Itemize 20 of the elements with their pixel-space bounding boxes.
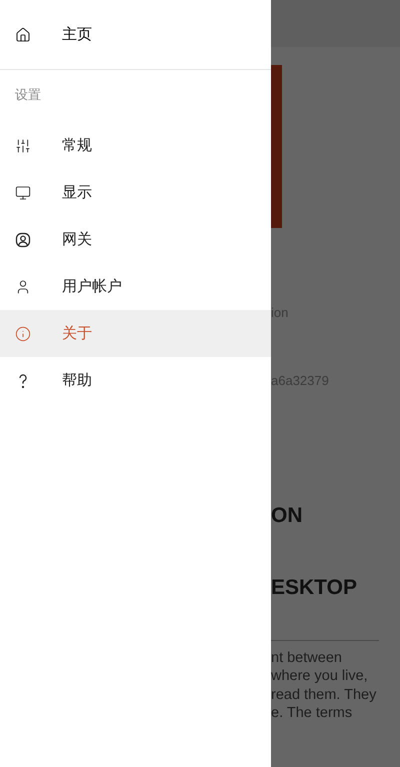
monitor-icon	[15, 184, 31, 200]
user-icon	[15, 278, 31, 294]
paragraph-line: nt between	[271, 649, 343, 668]
menu-item[interactable]: 帮助	[0, 357, 271, 404]
menu-item[interactable]: 网关	[0, 216, 271, 263]
menu-item[interactable]: 用户帐户	[0, 263, 271, 310]
paragraph-line: where you live,	[271, 667, 369, 686]
user-frame-icon	[15, 232, 31, 248]
home-icon	[15, 26, 31, 42]
menu-item[interactable]: 常规	[0, 122, 271, 169]
paragraph-line: read them. They	[271, 686, 378, 704]
paragraph-line: e. The terms	[271, 704, 354, 722]
info-icon	[15, 326, 31, 342]
heading: ESKTOP	[271, 576, 357, 600]
menu-item[interactable]: 显示	[0, 169, 271, 216]
sliders-icon	[15, 138, 31, 154]
section-label: 设置	[14, 87, 42, 105]
menu-item[interactable]: 主页	[0, 0, 271, 70]
menu-item[interactable]: 关于	[0, 310, 271, 357]
heading: ON	[271, 504, 302, 528]
